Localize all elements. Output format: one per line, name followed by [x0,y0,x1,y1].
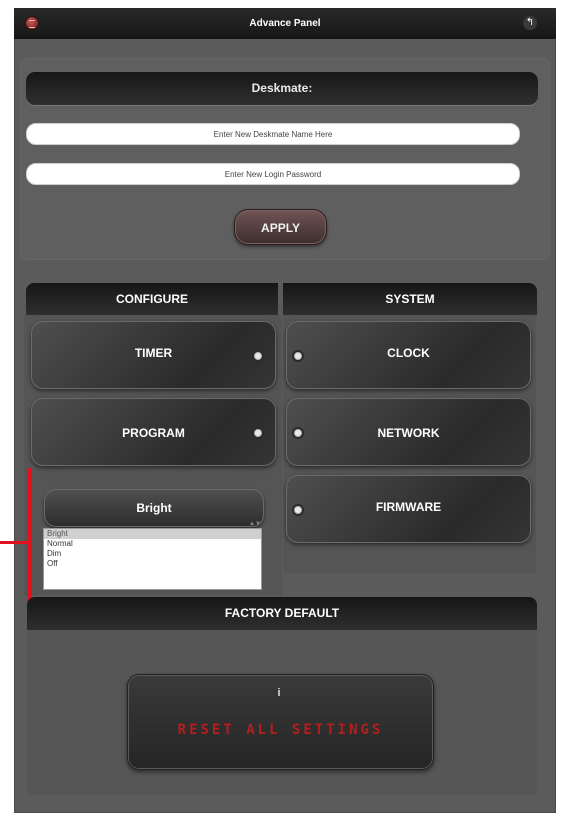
login-password-input[interactable] [26,163,520,185]
network-indicator-icon [294,429,302,437]
timer-button[interactable]: TIMER [31,321,276,389]
firmware-button[interactable]: FIRMWARE [286,475,531,543]
deskmate-title: Deskmate: [251,81,313,95]
timer-label: TIMER [134,346,173,360]
brightness-option-dim[interactable]: Dim [44,549,261,559]
brightness-option-bright[interactable]: Bright [44,529,261,539]
factory-default-header: FACTORY DEFAULT [27,597,537,630]
program-label: PROGRAM [122,426,185,440]
apply-button[interactable]: APPLY [234,209,327,245]
info-icon[interactable]: i [273,687,285,699]
panel-title: Advance Panel [249,18,321,29]
clock-button[interactable]: CLOCK [286,321,531,389]
firmware-indicator-icon [294,506,302,514]
program-button[interactable]: PROGRAM [31,398,276,466]
network-button[interactable]: NETWORK [286,398,531,466]
brightness-selected-value: Bright [136,501,172,515]
network-label: NETWORK [377,426,440,440]
back-icon[interactable]: ↰ [523,16,537,30]
reset-all-settings-label: RESET ALL SETTINGS [177,722,384,738]
program-indicator-icon [254,429,262,437]
clock-indicator-icon [294,352,302,360]
configure-header: CONFIGURE [26,283,278,315]
brightness-options-list[interactable]: Bright Normal Dim Off [43,528,262,590]
clock-label: CLOCK [387,346,430,360]
annotation-pointer [0,541,27,544]
timer-indicator-icon [254,352,262,360]
brightness-option-normal[interactable]: Normal [44,539,261,549]
brightness-option-off[interactable]: Off [44,559,261,569]
system-header: SYSTEM [283,283,537,315]
menu-icon[interactable] [25,16,39,30]
deskmate-name-input[interactable] [26,123,520,145]
dropdown-arrow-icon[interactable]: ▲▼ [249,521,261,527]
firmware-label: FIRMWARE [375,500,442,514]
